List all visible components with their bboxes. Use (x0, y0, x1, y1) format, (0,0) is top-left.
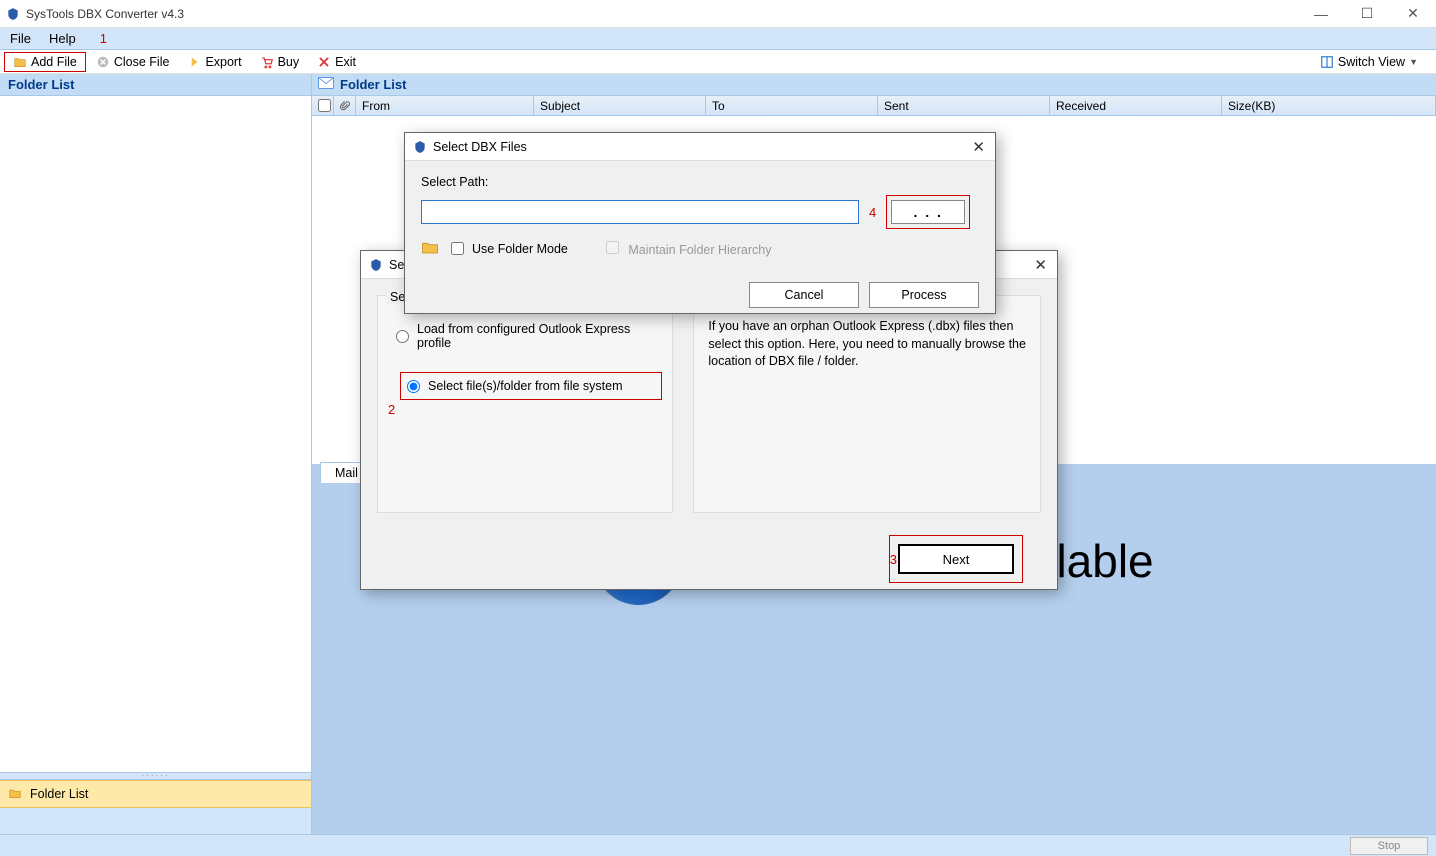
switch-view-icon (1320, 55, 1334, 69)
folder-list-footer[interactable]: Folder List (0, 780, 311, 808)
maintain-hierarchy-checkbox (606, 241, 619, 254)
col-size[interactable]: Size(KB) (1222, 96, 1436, 115)
close-file-icon (96, 55, 110, 69)
path-input[interactable] (421, 200, 859, 224)
select-dbx-dialog: Select DBX Files ✕ Select Path: 4 . . . … (404, 132, 996, 314)
annotation-4: 4 (869, 205, 876, 220)
selection-dialog-close[interactable]: ✕ (1034, 256, 1047, 274)
menu-help[interactable]: Help (49, 31, 76, 46)
close-window-button[interactable]: ✕ (1390, 0, 1436, 28)
radio-select-file-input[interactable] (407, 380, 420, 393)
process-button[interactable]: Process (869, 282, 979, 308)
annotation-3: 3 (890, 552, 897, 567)
cancel-button[interactable]: Cancel (749, 282, 859, 308)
export-button[interactable]: Export (179, 53, 249, 71)
col-subject[interactable]: Subject (534, 96, 706, 115)
envelope-icon (318, 76, 334, 93)
col-to[interactable]: To (706, 96, 878, 115)
next-highlight: Next (889, 535, 1023, 583)
folder-list-footer-label: Folder List (30, 787, 88, 801)
folder-tree[interactable] (0, 96, 311, 772)
app-icon (6, 7, 20, 21)
switch-view-button[interactable]: Switch View ▼ (1312, 53, 1426, 71)
maintain-hierarchy-row: Maintain Folder Hierarchy (606, 241, 772, 257)
mail-columns: From Subject To Sent Received Size(KB) (312, 96, 1436, 116)
next-button[interactable]: Next (898, 544, 1014, 574)
buy-label: Buy (278, 55, 300, 69)
buy-button[interactable]: Buy (252, 53, 308, 71)
toolbar: Add File Close File Export Buy Exit Swit… (0, 50, 1436, 74)
close-file-label: Close File (114, 55, 170, 69)
app-title: SysTools DBX Converter v4.3 (26, 7, 184, 21)
shield-icon (369, 258, 383, 272)
select-path-label: Select Path: (421, 175, 979, 189)
close-file-button[interactable]: Close File (88, 53, 178, 71)
radio-select-file[interactable]: Select file(s)/folder from file system (400, 372, 662, 400)
radio-load-profile-input[interactable] (396, 330, 409, 343)
stop-button[interactable]: Stop (1350, 837, 1428, 855)
maximize-button[interactable]: ☐ (1344, 0, 1390, 28)
col-checkbox[interactable] (312, 96, 334, 115)
selection-dialog-footer: 3 Next (361, 529, 1057, 589)
mail-list-header-label: Folder List (340, 77, 406, 92)
exit-button[interactable]: Exit (309, 53, 364, 71)
radio-load-profile-label: Load from configured Outlook Express pro… (417, 322, 654, 350)
folder-open-icon (13, 55, 27, 69)
browse-highlight: . . . (886, 195, 970, 229)
col-sent[interactable]: Sent (878, 96, 1050, 115)
window-controls: — ☐ ✕ (1298, 0, 1436, 28)
radio-select-file-label: Select file(s)/folder from file system (428, 379, 623, 393)
add-file-button[interactable]: Add File (4, 52, 86, 72)
add-file-label: Add File (31, 55, 77, 69)
panel-grip[interactable]: ······ (0, 772, 311, 780)
annotation-1: 1 (100, 31, 107, 46)
folder-icon (421, 239, 439, 258)
exit-icon (317, 55, 331, 69)
statusbar: Stop (0, 834, 1436, 856)
exit-label: Exit (335, 55, 356, 69)
paperclip-icon (340, 100, 350, 112)
select-dbx-title: Select DBX Files ✕ (405, 133, 995, 161)
minimize-button[interactable]: — (1298, 0, 1344, 28)
col-received[interactable]: Received (1050, 96, 1222, 115)
folder-icon (8, 786, 22, 803)
folder-list-header: Folder List (0, 74, 311, 96)
description-text: If you have an orphan Outlook Express (.… (694, 314, 1040, 375)
select-all-checkbox[interactable] (318, 99, 331, 112)
use-folder-mode-label: Use Folder Mode (472, 242, 568, 256)
description-group: Description If you have an orphan Outloo… (693, 295, 1041, 513)
export-label: Export (205, 55, 241, 69)
browse-button[interactable]: . . . (891, 200, 965, 224)
titlebar: SysTools DBX Converter v4.3 — ☐ ✕ (0, 0, 1436, 28)
shield-icon (413, 140, 427, 154)
export-icon (187, 55, 201, 69)
maintain-hierarchy-label: Maintain Folder Hierarchy (628, 243, 771, 257)
mail-list-header: Folder List (312, 74, 1436, 96)
col-from[interactable]: From (356, 96, 534, 115)
col-attachment[interactable] (334, 96, 356, 115)
cart-icon (260, 55, 274, 69)
use-folder-mode-checkbox[interactable] (451, 242, 464, 255)
switch-view-label: Switch View (1338, 55, 1405, 69)
left-panel: Folder List ······ Folder List (0, 74, 312, 834)
annotation-2: 2 (388, 402, 395, 417)
left-panel-bottom (0, 808, 311, 834)
menu-file[interactable]: File (10, 31, 31, 46)
menubar: File Help 1 (0, 28, 1436, 50)
select-dbx-title-text: Select DBX Files (433, 140, 527, 154)
select-dbx-close[interactable]: ✕ (972, 138, 985, 156)
chevron-down-icon: ▼ (1409, 57, 1418, 67)
selection-option-group: Selection Option Load from configured Ou… (377, 295, 673, 513)
